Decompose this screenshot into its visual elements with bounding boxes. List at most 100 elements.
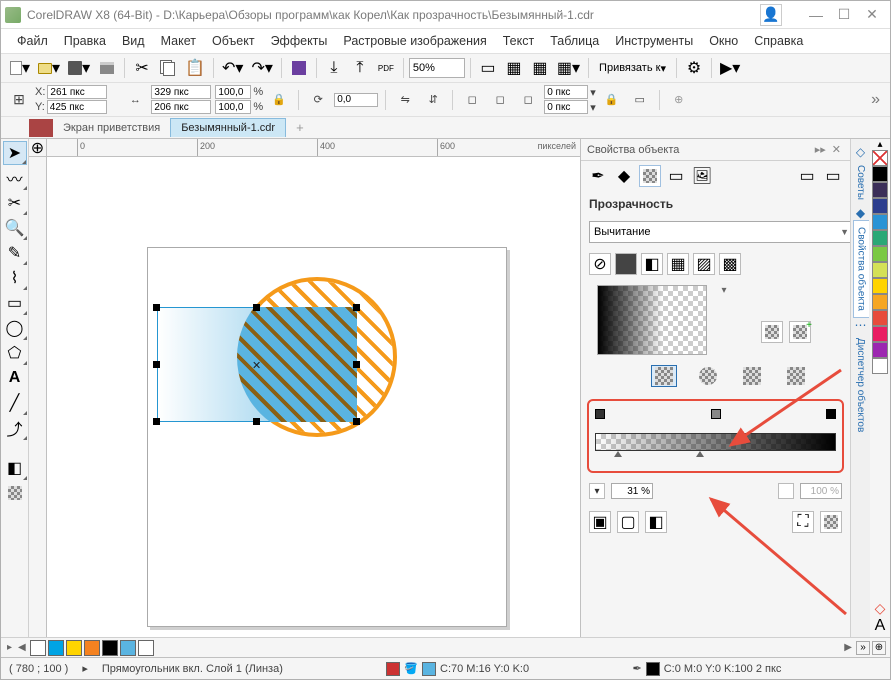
menu-edit[interactable]: Правка [56, 31, 114, 51]
ruler-origin[interactable]: ⊕ [29, 139, 47, 157]
doc-palette-expand[interactable]: » [856, 641, 870, 655]
doc-swatch-none[interactable] [30, 640, 46, 656]
print-button[interactable] [95, 56, 119, 80]
pick-tool[interactable]: ➤ [3, 141, 27, 165]
fill-bucket-icon[interactable]: 🪣 [404, 662, 418, 675]
handle-ml[interactable] [153, 361, 160, 368]
tab-welcome[interactable]: Экран приветствия [53, 119, 170, 137]
apply-fill[interactable]: ▣ [589, 511, 611, 533]
doc-palette-left[interactable]: ◀ [16, 642, 28, 653]
shape-tool[interactable]: 〰 [3, 166, 27, 190]
minimize-button[interactable]: — [802, 4, 830, 26]
mirror-h-button[interactable]: ⇋ [393, 88, 417, 112]
polygon-tool[interactable]: ⬠ [3, 341, 27, 365]
zoom-input[interactable] [409, 58, 465, 78]
export-button[interactable]: ⤒ [348, 56, 372, 80]
snap-grid-button[interactable]: ▦▾ [554, 56, 583, 80]
zoom-tool[interactable]: 🔍 [3, 216, 27, 240]
menu-layout[interactable]: Макет [153, 31, 204, 51]
merge-mode-select[interactable]: Вычитание [589, 221, 850, 243]
type-pattern[interactable]: ▦ [667, 253, 689, 275]
vtab-properties[interactable]: Свойства объекта [853, 220, 869, 318]
stop-mid[interactable] [711, 409, 721, 419]
crop-tool[interactable]: ✂ [3, 191, 27, 215]
node-opacity-input[interactable] [611, 483, 653, 499]
tab-transparency-icon[interactable] [639, 165, 661, 187]
add-button[interactable]: ⊕ [667, 88, 691, 112]
palette-outline-icon[interactable]: ◇ [875, 600, 886, 617]
doc-swatch-2[interactable] [84, 640, 100, 656]
node-position-input[interactable] [800, 483, 842, 499]
doc-swatch-0[interactable] [48, 640, 64, 656]
handle-mr[interactable] [353, 361, 360, 368]
menu-tools[interactable]: Инструменты [607, 31, 701, 51]
gradient-track[interactable] [595, 433, 836, 451]
palette-fill-icon[interactable]: A [875, 617, 886, 635]
type-fountain[interactable]: ◧ [641, 253, 663, 275]
docker-tab-diamond-2[interactable]: ◆ [856, 206, 865, 220]
corner-lock-button[interactable]: 🔒 [600, 88, 624, 112]
stop-left[interactable] [595, 409, 605, 419]
guides-button[interactable]: ▦ [528, 56, 552, 80]
menu-file[interactable]: Файл [9, 31, 56, 51]
swatch-none[interactable] [872, 150, 888, 166]
width-input[interactable] [151, 85, 211, 99]
cut-button[interactable]: ✂ [130, 56, 154, 80]
scale-x-input[interactable] [215, 85, 251, 99]
type-none[interactable]: ⊘ [589, 253, 611, 275]
corner-b-button[interactable]: ◻ [488, 88, 512, 112]
pdf-button[interactable]: PDF [374, 56, 398, 80]
propbar-overflow[interactable]: » [867, 91, 884, 109]
maximize-button[interactable]: ☐ [830, 4, 858, 26]
rectangular-gradient[interactable] [783, 365, 809, 387]
fullscreen-button[interactable]: ▭ [476, 56, 500, 80]
redo-button[interactable]: ↷▾ [248, 56, 275, 80]
text-tool[interactable]: A [3, 366, 27, 390]
menu-window[interactable]: Окно [701, 31, 746, 51]
copy-transparency[interactable] [820, 511, 842, 533]
freehand-tool[interactable]: ✎ [3, 241, 27, 265]
menu-text[interactable]: Текст [495, 31, 542, 51]
swatch-v-3[interactable] [872, 214, 888, 230]
paste-button[interactable]: 📋 [182, 56, 208, 80]
tab-bitmap-icon[interactable]: 🖼 [691, 165, 713, 187]
handle-tm[interactable] [253, 304, 260, 311]
height-input[interactable] [151, 100, 211, 114]
lock-ratio-button[interactable]: 🔒 [267, 88, 291, 112]
docker-close[interactable]: ✕ [829, 143, 844, 156]
midpoint-right[interactable] [696, 451, 704, 457]
grid-button[interactable]: ▦ [502, 56, 526, 80]
handle-tl[interactable] [153, 304, 160, 311]
apply-both[interactable]: ◧ [645, 511, 667, 533]
swatch-v-9[interactable] [872, 310, 888, 326]
doc-palette-menu[interactable]: ▸ [5, 642, 14, 653]
options-button[interactable]: ⚙ [682, 56, 706, 80]
docker-collapse[interactable]: ▸▸ [812, 143, 829, 156]
doc-swatch-3[interactable] [102, 640, 118, 656]
swatch-v-4[interactable] [872, 230, 888, 246]
freeze-button[interactable]: ⛶ [792, 511, 814, 533]
menu-effects[interactable]: Эффекты [263, 31, 336, 51]
ruler-horizontal[interactable]: 0 200 400 600 пикселей [47, 139, 580, 157]
apply-outline[interactable]: ▢ [617, 511, 639, 533]
pen-icon[interactable]: ✒ [633, 662, 642, 675]
doc-swatch-5[interactable] [138, 640, 154, 656]
handle-bl[interactable] [153, 418, 160, 425]
corner-b-input[interactable] [544, 100, 588, 114]
tab-fill-icon[interactable]: ◆ [613, 165, 635, 187]
handle-bm[interactable] [253, 418, 260, 425]
mirror-v-button[interactable]: ⇵ [421, 88, 445, 112]
menu-table[interactable]: Таблица [542, 31, 607, 51]
new-button[interactable]: ▾ [7, 56, 33, 80]
snap-to-button[interactable]: Привязать к ▾ [594, 56, 671, 80]
connector-tool[interactable]: ⤴ [3, 416, 27, 440]
x-input[interactable] [47, 85, 107, 99]
edit-transparency[interactable] [761, 321, 783, 343]
swatch-v-6[interactable] [872, 262, 888, 278]
swatch-v-11[interactable] [872, 342, 888, 358]
swatch-v-10[interactable] [872, 326, 888, 342]
save-button[interactable]: ▾ [65, 56, 93, 80]
corner-a-input[interactable] [544, 85, 588, 99]
gradient-dropdown[interactable]: ▾ [721, 285, 726, 296]
scale-y-input[interactable] [215, 100, 251, 114]
